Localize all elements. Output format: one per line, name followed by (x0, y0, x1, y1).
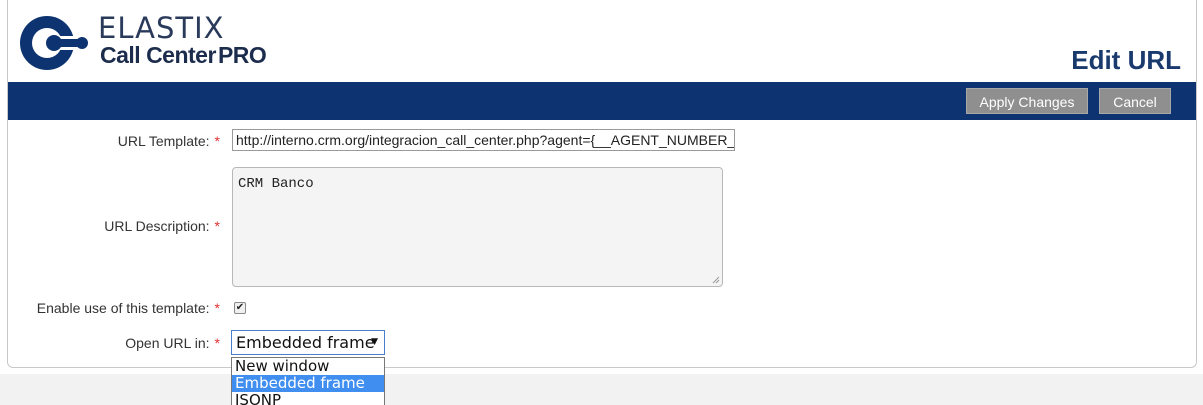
url-description-label: URL Description: (104, 218, 210, 234)
action-bar: Apply Changes Cancel (8, 82, 1196, 120)
cancel-button[interactable]: Cancel (1099, 88, 1171, 114)
url-description-value: CRM Banco (238, 176, 314, 192)
open-url-in-label-row: Open URL in: * (8, 335, 220, 351)
chevron-down-icon: ▼ (371, 337, 378, 347)
elastix-logo: ELASTIX Call CenterPRO (18, 11, 288, 72)
enable-template-checkbox[interactable]: ✔ (234, 302, 246, 314)
url-description-textarea[interactable]: CRM Banco (232, 167, 723, 287)
option-new-window[interactable]: New window (232, 358, 384, 375)
url-template-input[interactable]: http://interno.crm.org/integracion_call_… (232, 129, 735, 151)
page-background-strip (0, 374, 1203, 405)
checkmark-icon: ✔ (235, 302, 245, 313)
enable-template-label-row: Enable use of this template: * (8, 300, 220, 316)
open-url-in-select[interactable]: Embedded frame ▼ (231, 330, 385, 355)
resize-handle-icon[interactable] (712, 276, 720, 284)
option-jsonp[interactable]: JSONP (232, 392, 384, 405)
open-url-in-dropdown-list: New window Embedded frame JSONP (231, 357, 385, 405)
option-embedded-frame[interactable]: Embedded frame (232, 375, 384, 392)
url-template-label: URL Template: (117, 133, 210, 149)
required-mark: * (214, 300, 220, 316)
page-title: Edit URL (1071, 45, 1181, 75)
logo-pro-text: PRO (217, 42, 267, 68)
open-url-in-selected-value: Embedded frame (236, 333, 375, 352)
logo-product-name: Call CenterPRO (100, 41, 267, 69)
required-mark: * (214, 218, 220, 234)
required-mark: * (214, 335, 220, 351)
enable-template-label: Enable use of this template: (36, 300, 210, 316)
logo-elastix-text: ELASTIX (98, 11, 225, 45)
required-mark: * (214, 133, 220, 149)
url-template-label-row: URL Template: * (8, 133, 220, 149)
logo-call-center-text: Call Center (100, 42, 216, 68)
open-url-in-label: Open URL in: (125, 335, 210, 351)
url-description-label-row: URL Description: * (8, 218, 220, 234)
apply-changes-button[interactable]: Apply Changes (966, 88, 1088, 114)
elastix-logo-icon (20, 16, 88, 70)
